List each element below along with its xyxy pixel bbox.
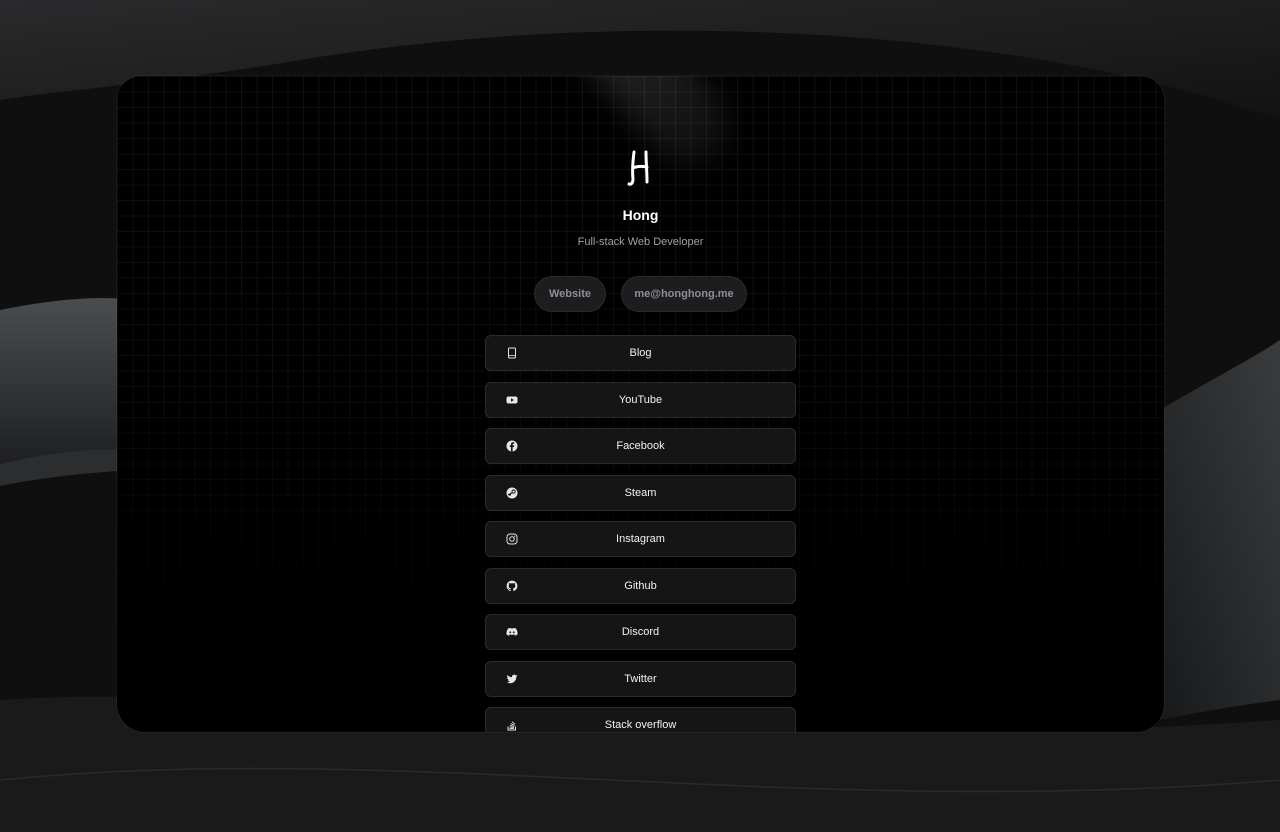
profile-name: Hong (622, 207, 659, 223)
link-label: Github (624, 579, 657, 592)
link-discord[interactable]: Discord (485, 614, 796, 650)
link-youtube[interactable]: YouTube (485, 381, 796, 418)
stack-overflow-icon (506, 719, 518, 731)
link-blog[interactable]: Blog (485, 335, 796, 371)
link-label: Twitter (624, 672, 657, 685)
link-list: Blog YouTube Facebook Steam Instagram Gi… (485, 335, 796, 732)
link-instagram[interactable]: Instagram (485, 521, 796, 557)
discord-icon (506, 626, 518, 638)
link-steam[interactable]: Steam (485, 474, 796, 511)
twitter-icon (506, 673, 518, 685)
link-stack-overflow[interactable]: Stack overflow (485, 707, 796, 732)
website-button[interactable]: Website (534, 276, 606, 312)
instagram-icon (506, 533, 518, 545)
link-label: Discord (621, 626, 660, 638)
book-icon (506, 347, 518, 359)
profile-page: Hong Full-stack Web Developer Website me… (117, 76, 1164, 732)
link-twitter[interactable]: Twitter (485, 660, 796, 697)
link-label: Steam (624, 486, 657, 499)
github-icon (506, 580, 518, 592)
youtube-icon (506, 394, 518, 406)
link-label: Stack overflow (604, 719, 677, 731)
steam-icon (506, 487, 518, 499)
logo-icon (625, 148, 655, 188)
link-github[interactable]: Github (485, 567, 796, 604)
app-window: Hong Full-stack Web Developer Website me… (117, 76, 1164, 732)
facebook-icon (506, 440, 518, 452)
email-button[interactable]: me@honghong.me (621, 276, 747, 312)
link-label: Instagram (616, 533, 665, 545)
link-label: YouTube (618, 393, 663, 406)
link-label: Facebook (616, 440, 665, 452)
profile-subtitle: Full-stack Web Developer (577, 236, 704, 248)
link-facebook[interactable]: Facebook (485, 428, 796, 464)
link-label: Blog (629, 347, 652, 359)
